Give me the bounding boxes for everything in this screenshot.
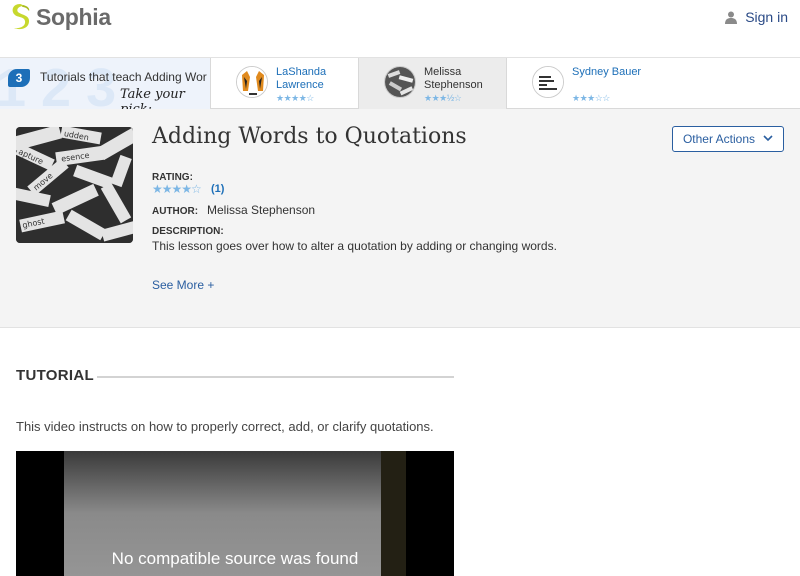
author-name: Melissa Stephenson	[207, 203, 316, 217]
tutorials-intro: 1 2 3 3 Tutorials that teach Adding Wor …	[0, 58, 211, 109]
tutorial-thumbnail	[532, 66, 564, 98]
description-label: DESCRIPTION:	[152, 226, 224, 237]
take-your-pick-text: Take your pick:	[120, 87, 185, 109]
tutorial-count-badge: 3	[8, 69, 30, 87]
tutorial-rating-stars: ★★★★☆	[276, 93, 314, 103]
lesson-title: Adding Words to Quotations	[152, 124, 467, 149]
sign-in-label: Sign in	[745, 9, 788, 25]
lesson-thumbnail: udden esence apture move ghost	[16, 127, 133, 243]
author-label: AUTHOR:	[152, 206, 199, 217]
tutorial-rating-stars: ★★★½☆	[424, 93, 462, 103]
tutorial-author: LaShanda Lawrence	[276, 66, 327, 91]
sign-in-link[interactable]: Sign in	[725, 9, 788, 25]
sophia-logo[interactable]: Sophia	[8, 3, 111, 31]
rating-stars: ★★★★☆	[152, 182, 202, 196]
lesson-description: This lesson goes over how to alter a quo…	[152, 239, 557, 253]
chevron-down-icon	[763, 134, 773, 145]
tutorial-heading: TUTORIAL	[16, 367, 94, 384]
tutorial-card-sydney[interactable]: Sydney Bauer ★★★☆☆	[507, 58, 655, 109]
tutorials-intro-text: Tutorials that teach Adding Wor	[40, 70, 207, 84]
tutorial-thumbnail	[236, 66, 268, 98]
lesson-summary: udden esence apture move ghost Adding Wo…	[0, 109, 800, 328]
tutorial-card-lashanda[interactable]: LaShanda Lawrence ★★★★☆	[211, 58, 359, 109]
video-error-message: No compatible source was found	[111, 549, 359, 568]
video-description: This video instructs on how to properly …	[16, 419, 434, 434]
tutorial-rating-stars: ★★★☆☆	[572, 93, 610, 103]
other-actions-button[interactable]: Other Actions	[672, 126, 784, 152]
rating-count[interactable]: (1)	[211, 183, 224, 195]
tutorial-card-melissa[interactable]: Melissa Stephenson ★★★½☆	[359, 58, 507, 109]
video-player[interactable]: No compatible source was found	[16, 451, 454, 576]
logo-text: Sophia	[36, 3, 111, 30]
other-actions-label: Other Actions	[682, 132, 756, 146]
tutorial-author: Sydney Bauer	[572, 66, 642, 78]
heading-divider	[97, 376, 454, 378]
tutorial-author: Melissa Stephenson	[424, 66, 483, 91]
sophia-logo-icon	[12, 4, 30, 30]
site-header: Sophia Sign in	[0, 0, 800, 58]
see-more-link[interactable]: See More +	[152, 278, 214, 292]
tutorial-thumbnail	[384, 66, 416, 98]
user-icon	[725, 11, 738, 24]
tutorials-strip: 1 2 3 3 Tutorials that teach Adding Wor …	[0, 58, 800, 109]
